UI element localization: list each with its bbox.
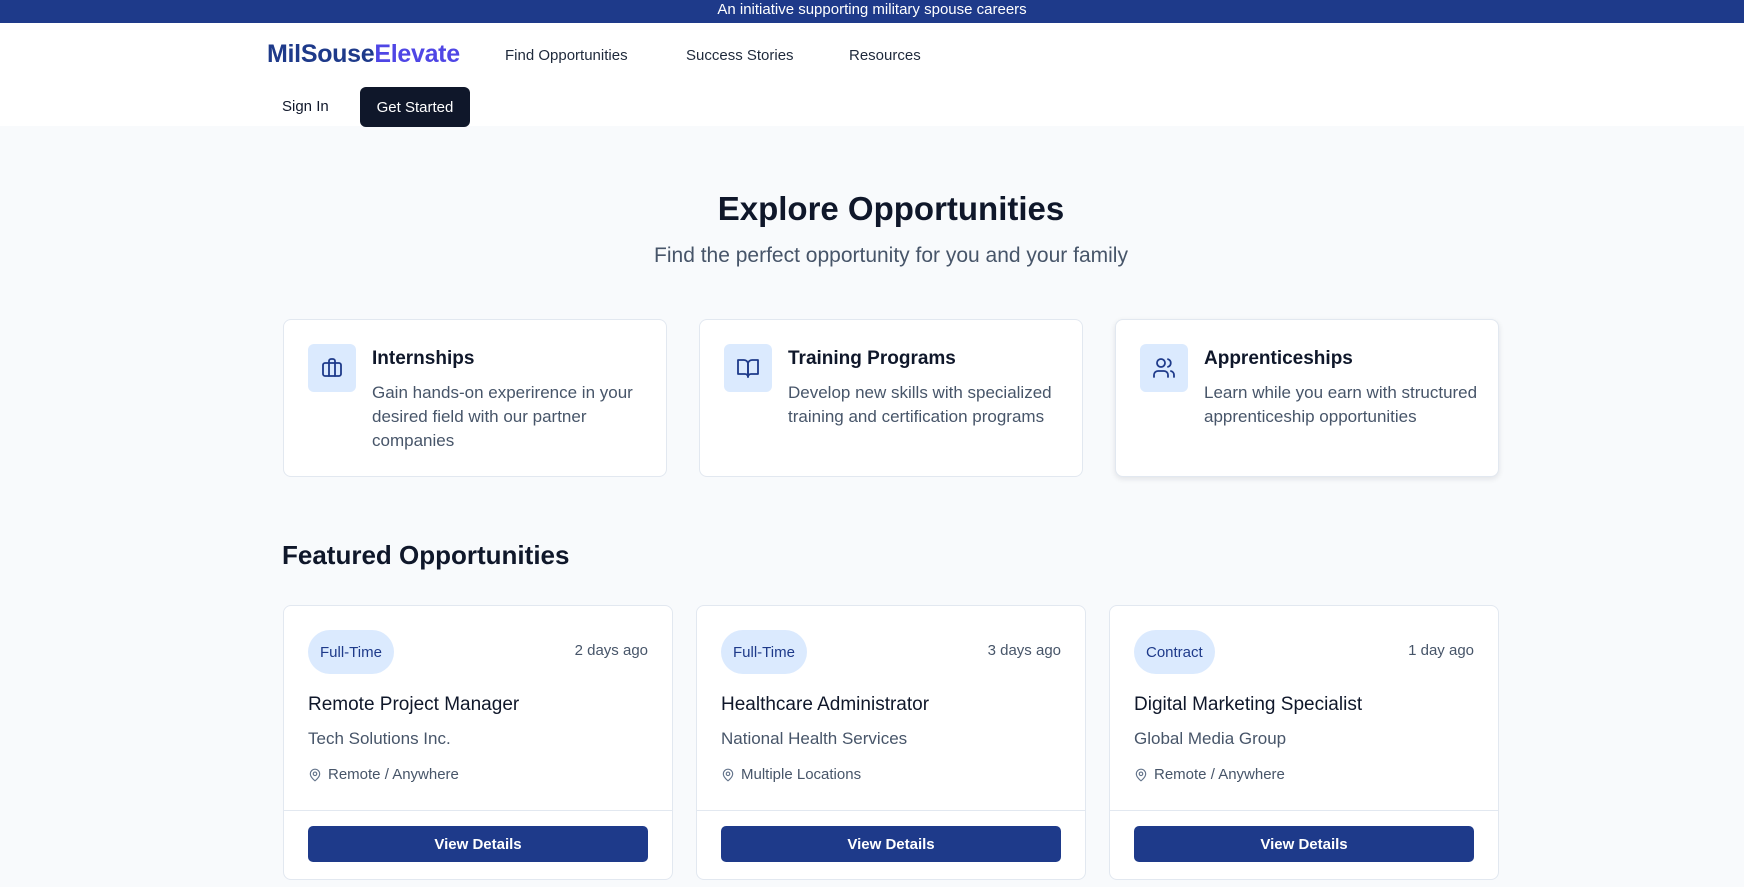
location-text: Multiple Locations	[741, 766, 862, 783]
job-type-badge: Full-Time	[721, 630, 807, 674]
briefcase-icon	[308, 344, 356, 392]
company-name: Global Media Group	[1134, 729, 1287, 748]
site-header: MilSouseElevate Find Opportunities Succe…	[0, 23, 1744, 127]
logo-part-2: Elevate	[374, 40, 460, 68]
job-location: Multiple Locations	[721, 766, 861, 783]
company-name: Tech Solutions Inc.	[308, 729, 451, 748]
job-title: Digital Marketing Specialist	[1134, 694, 1363, 715]
location-text: Remote / Anywhere	[328, 766, 459, 783]
posted-date: 3 days ago	[987, 642, 1061, 659]
posted-date: 2 days ago	[574, 642, 648, 659]
view-details-button[interactable]: View Details	[721, 826, 1061, 862]
category-description: Learn while you earn with structured app…	[1204, 383, 1478, 426]
category-title: Internships	[372, 348, 475, 369]
users-icon	[1140, 344, 1188, 392]
job-location: Remote / Anywhere	[308, 766, 459, 783]
card-divider	[1110, 810, 1498, 811]
category-card-training-programs[interactable]: Training Programs Develop new skills wit…	[699, 319, 1083, 477]
book-open-icon	[724, 344, 772, 392]
job-type-badge: Contract	[1134, 630, 1215, 674]
company-name: National Health Services	[721, 729, 908, 748]
category-card-apprenticeships[interactable]: Apprenticeships Learn while you earn wit…	[1115, 319, 1499, 477]
job-card: Full-Time 2 days ago Remote Project Mana…	[283, 605, 673, 880]
job-title: Healthcare Administrator	[721, 694, 930, 715]
job-card: Full-Time 3 days ago Healthcare Administ…	[696, 605, 1086, 880]
page-title: Explore Opportunities	[717, 190, 1065, 227]
category-title: Apprenticeships	[1204, 348, 1353, 369]
view-details-button[interactable]: View Details	[1134, 826, 1474, 862]
category-title: Training Programs	[788, 348, 956, 369]
get-started-button[interactable]: Get Started	[360, 87, 470, 127]
map-pin-icon	[722, 768, 734, 781]
card-divider	[284, 810, 672, 811]
site-logo[interactable]: MilSouseElevate	[267, 40, 460, 69]
category-description: Develop new skills with specialized trai…	[788, 383, 1052, 426]
map-pin-icon	[309, 768, 321, 781]
job-location: Remote / Anywhere	[1134, 766, 1285, 783]
category-card-internships[interactable]: Internships Gain hands-on experirence in…	[283, 319, 667, 477]
job-card: Contract 1 day ago Digital Marketing Spe…	[1109, 605, 1499, 880]
page-subtitle: Find the perfect opportunity for you and…	[654, 244, 1128, 267]
job-type-badge: Full-Time	[308, 630, 394, 674]
view-details-button[interactable]: View Details	[308, 826, 648, 862]
banner-text: An initiative supporting military spouse…	[717, 1, 1027, 18]
top-banner: An initiative supporting military spouse…	[0, 0, 1744, 23]
map-pin-icon	[1135, 768, 1147, 781]
location-text: Remote / Anywhere	[1154, 766, 1285, 783]
category-description: Gain hands-on experirence in your desire…	[372, 383, 633, 450]
logo-part-1: MilSouse	[267, 40, 375, 68]
nav-find-opportunities[interactable]: Find Opportunities	[505, 47, 628, 64]
nav-resources[interactable]: Resources	[849, 47, 921, 64]
posted-date: 1 day ago	[1408, 642, 1474, 659]
card-divider	[697, 810, 1085, 811]
featured-section-title: Featured Opportunities	[282, 540, 570, 570]
sign-in-link[interactable]: Sign In	[282, 98, 329, 115]
nav-success-stories[interactable]: Success Stories	[686, 47, 794, 64]
job-title: Remote Project Manager	[308, 694, 520, 715]
